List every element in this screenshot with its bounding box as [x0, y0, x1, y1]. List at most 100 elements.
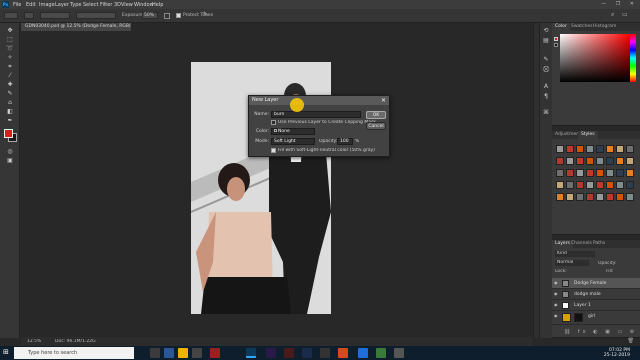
brush-picker[interactable]	[24, 12, 34, 19]
style-swatch[interactable]	[586, 157, 594, 165]
menu-file[interactable]: File	[13, 2, 21, 8]
menu-layer[interactable]: Layer	[55, 2, 69, 8]
menu-help[interactable]: Help	[152, 2, 163, 8]
style-swatch[interactable]	[606, 181, 614, 189]
tab-paths[interactable]: Paths	[590, 240, 608, 248]
style-swatch[interactable]	[586, 193, 594, 201]
style-swatch[interactable]	[586, 145, 594, 153]
style-swatch[interactable]	[556, 181, 564, 189]
style-swatch[interactable]	[576, 145, 584, 153]
style-swatch[interactable]	[566, 193, 574, 201]
browser-icon[interactable]	[358, 348, 368, 358]
windows-start-icon[interactable]: ⊞	[3, 349, 10, 356]
premiere-icon[interactable]	[266, 348, 276, 358]
taskbar-clock[interactable]: 07:02 PM 25-12-2019	[604, 348, 630, 358]
style-swatch[interactable]	[556, 145, 564, 153]
style-swatch[interactable]	[616, 169, 624, 177]
style-swatch[interactable]	[566, 157, 574, 165]
app-icon[interactable]	[210, 348, 220, 358]
style-swatch[interactable]	[576, 193, 584, 201]
style-swatch[interactable]	[586, 181, 594, 189]
mode-select[interactable]: Soft Light	[271, 138, 315, 145]
vlc-icon[interactable]	[338, 348, 348, 358]
menu-edit[interactable]: Edit	[26, 2, 36, 8]
style-swatch[interactable]	[596, 145, 604, 153]
menu-image[interactable]: Image	[39, 2, 55, 8]
layers-footer-icons[interactable]: ⛓ fx ◐ ▣ ▭ ⊕ 🗑	[552, 328, 640, 344]
menu-select[interactable]: Select	[83, 2, 98, 8]
file-explorer-icon[interactable]	[178, 348, 188, 358]
style-swatch[interactable]	[626, 145, 634, 153]
tab-histogram[interactable]: Histogram	[590, 23, 619, 31]
quick-mask-icon[interactable]: ◎	[4, 147, 16, 156]
menu-view[interactable]: View	[121, 2, 133, 8]
style-swatch[interactable]	[596, 169, 604, 177]
opacity-input[interactable]: 100	[337, 138, 353, 145]
glyphs-icon[interactable]: ⌘	[542, 109, 550, 117]
style-swatch[interactable]	[616, 193, 624, 201]
taskbar-search-box[interactable]: Type here to search	[14, 347, 134, 359]
layer-row[interactable]: ◉ Dodge Female	[552, 278, 640, 289]
exposure-field[interactable]: 50%	[142, 12, 158, 19]
magic-wand-icon[interactable]: ✧	[4, 53, 16, 62]
pen-tool-icon[interactable]: ✒	[4, 116, 16, 125]
history-icon[interactable]: ⟲	[542, 27, 550, 35]
chrome-icon[interactable]	[376, 348, 386, 358]
character-icon[interactable]: A	[542, 83, 550, 91]
style-swatch[interactable]	[626, 169, 634, 177]
style-swatch[interactable]	[606, 193, 614, 201]
style-swatch[interactable]	[576, 169, 584, 177]
range-dropdown[interactable]	[76, 12, 116, 19]
style-swatch[interactable]	[606, 157, 614, 165]
lasso-tool-icon[interactable]: ➰	[4, 44, 16, 53]
screen-mode-icon[interactable]: ▣	[4, 156, 16, 165]
layer-row[interactable]: ◉ Layer 1	[552, 300, 640, 311]
cancel-button[interactable]: Cancel	[366, 122, 386, 130]
document-tab[interactable]: GDN03040.psd @ 12.5% (Dodge Female, RGB/…	[21, 23, 131, 31]
healing-brush-icon[interactable]: ✚	[4, 80, 16, 89]
style-swatch[interactable]	[626, 181, 634, 189]
style-swatch[interactable]	[626, 193, 634, 201]
color-select[interactable]: None	[271, 128, 315, 135]
style-swatch[interactable]	[576, 157, 584, 165]
style-swatch[interactable]	[616, 157, 624, 165]
properties-icon[interactable]: ▤	[542, 37, 550, 45]
menu-filter[interactable]: Filter	[100, 2, 112, 8]
visibility-eye-icon[interactable]: ◉	[554, 281, 559, 285]
clone-stamp-icon[interactable]: ⌂	[4, 98, 16, 107]
style-swatch[interactable]	[566, 169, 574, 177]
clipping-mask-checkbox[interactable]	[271, 120, 276, 125]
window-controls[interactable]: — ❐ ✕	[601, 1, 638, 7]
color-field[interactable]	[560, 34, 630, 82]
eraser-icon[interactable]: ◧	[4, 107, 16, 116]
move-tool-icon[interactable]: ✥	[4, 26, 16, 35]
edge-icon[interactable]	[164, 348, 174, 358]
tab-styles[interactable]: Styles	[578, 131, 598, 139]
style-swatch[interactable]	[586, 169, 594, 177]
menu-window[interactable]: Window	[134, 2, 154, 8]
media-icon[interactable]	[320, 348, 330, 358]
task-view-icon[interactable]	[150, 348, 160, 358]
photoshop-logo-icon[interactable]: Ps	[2, 1, 9, 8]
airbrush-icon[interactable]	[164, 13, 170, 19]
style-swatch[interactable]	[596, 193, 604, 201]
foreground-color-swatch[interactable]	[4, 129, 13, 138]
paragraph-icon[interactable]: ¶	[542, 93, 550, 101]
style-swatch[interactable]	[596, 181, 604, 189]
ok-button[interactable]: OK	[366, 111, 386, 119]
clone-source-icon[interactable]: ⛒	[542, 66, 550, 74]
menu-3d[interactable]: 3D	[114, 2, 121, 8]
photoshop-taskbar-icon[interactable]	[246, 348, 256, 358]
style-swatch[interactable]	[616, 181, 624, 189]
style-swatch[interactable]	[556, 157, 564, 165]
workspace-icon[interactable]: ▭	[622, 11, 628, 18]
protect-tones-checkbox[interactable]	[176, 13, 181, 18]
layer-filter-kind[interactable]: Kind	[555, 251, 595, 257]
style-swatch[interactable]	[566, 181, 574, 189]
pressure-icon[interactable]: ✎	[203, 11, 208, 18]
style-swatch[interactable]	[606, 169, 614, 177]
search-icon[interactable]: ⌕	[611, 11, 614, 19]
style-swatch[interactable]	[626, 157, 634, 165]
after-effects-icon[interactable]	[302, 348, 312, 358]
layer-row[interactable]: ◉ dodge male	[552, 289, 640, 300]
